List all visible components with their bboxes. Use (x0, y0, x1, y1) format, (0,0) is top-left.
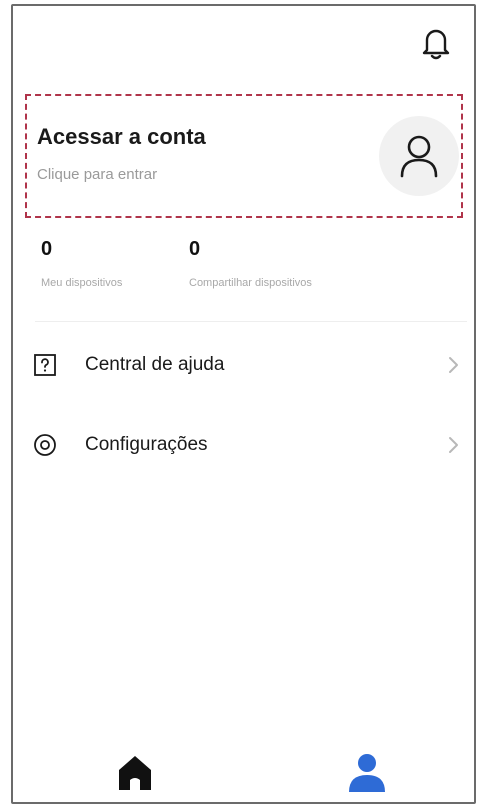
account-subtitle: Clique para entrar (37, 166, 158, 183)
bell-icon[interactable] (421, 26, 451, 60)
menu-item-label: Central de ajuda (85, 354, 225, 375)
divider (35, 321, 467, 322)
chevron-right-icon (449, 357, 458, 373)
my-devices-count: 0 (41, 238, 53, 260)
settings-icon (34, 434, 56, 456)
my-devices-stat[interactable]: 0 Meu dispositivos (41, 238, 122, 289)
shared-devices-label: Compartilhar dispositivos (189, 277, 312, 289)
account-title: Acessar a conta (37, 124, 206, 149)
menu-item-settings[interactable]: Configurações (13, 420, 474, 470)
phone-screen: Acessar a conta Clique para entrar 0 Meu… (11, 4, 476, 804)
help-icon (34, 354, 56, 376)
user-outline-icon (400, 135, 438, 178)
tab-home-icon[interactable] (113, 750, 157, 794)
shared-devices-stat[interactable]: 0 Compartilhar dispositivos (189, 238, 312, 289)
shared-devices-count: 0 (189, 238, 201, 260)
avatar[interactable] (379, 116, 459, 196)
chevron-right-icon (449, 437, 458, 453)
tab-profile-icon[interactable] (345, 750, 389, 794)
menu-item-label: Configurações (85, 434, 208, 455)
account-login-card[interactable]: Acessar a conta Clique para entrar (25, 94, 463, 218)
my-devices-label: Meu dispositivos (41, 277, 123, 289)
menu-item-help-center[interactable]: Central de ajuda (13, 340, 474, 390)
